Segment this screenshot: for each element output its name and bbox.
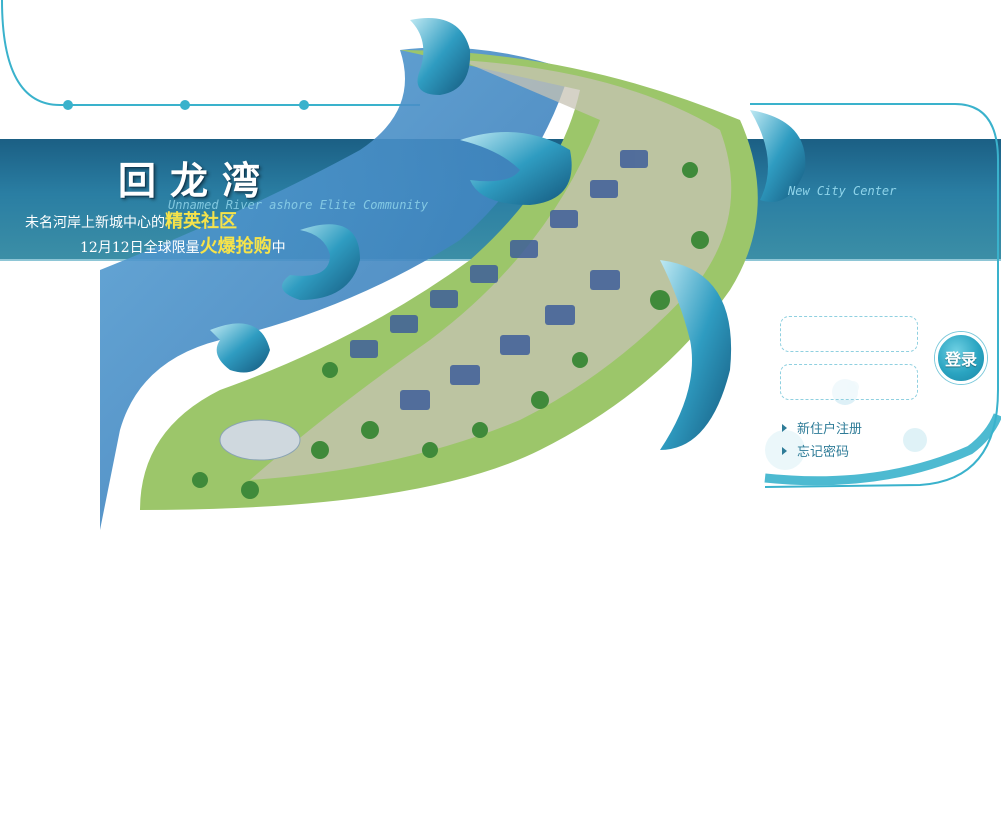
tagline-1: 未名河岸上新城中心的精英社区: [25, 211, 237, 232]
forgot-password-label: 忘记密码: [797, 445, 850, 460]
page-title: 回龙湾: [118, 158, 275, 203]
forgot-password-link[interactable]: 忘记密码: [782, 441, 849, 460]
username-input[interactable]: [780, 316, 918, 352]
login-button[interactable]: 登录: [935, 332, 987, 384]
login-panel-frame: [750, 103, 1001, 488]
aerial-community-illustration: [100, 18, 806, 530]
password-input[interactable]: [780, 364, 918, 400]
register-link[interactable]: 新住户注册: [782, 418, 862, 437]
tagline-2: 12月12日全球限量火爆抢购中: [80, 236, 286, 257]
register-link-label: 新住户注册: [797, 422, 863, 437]
arrow-right-icon: [782, 423, 787, 432]
arrow-right-icon: [782, 446, 787, 455]
